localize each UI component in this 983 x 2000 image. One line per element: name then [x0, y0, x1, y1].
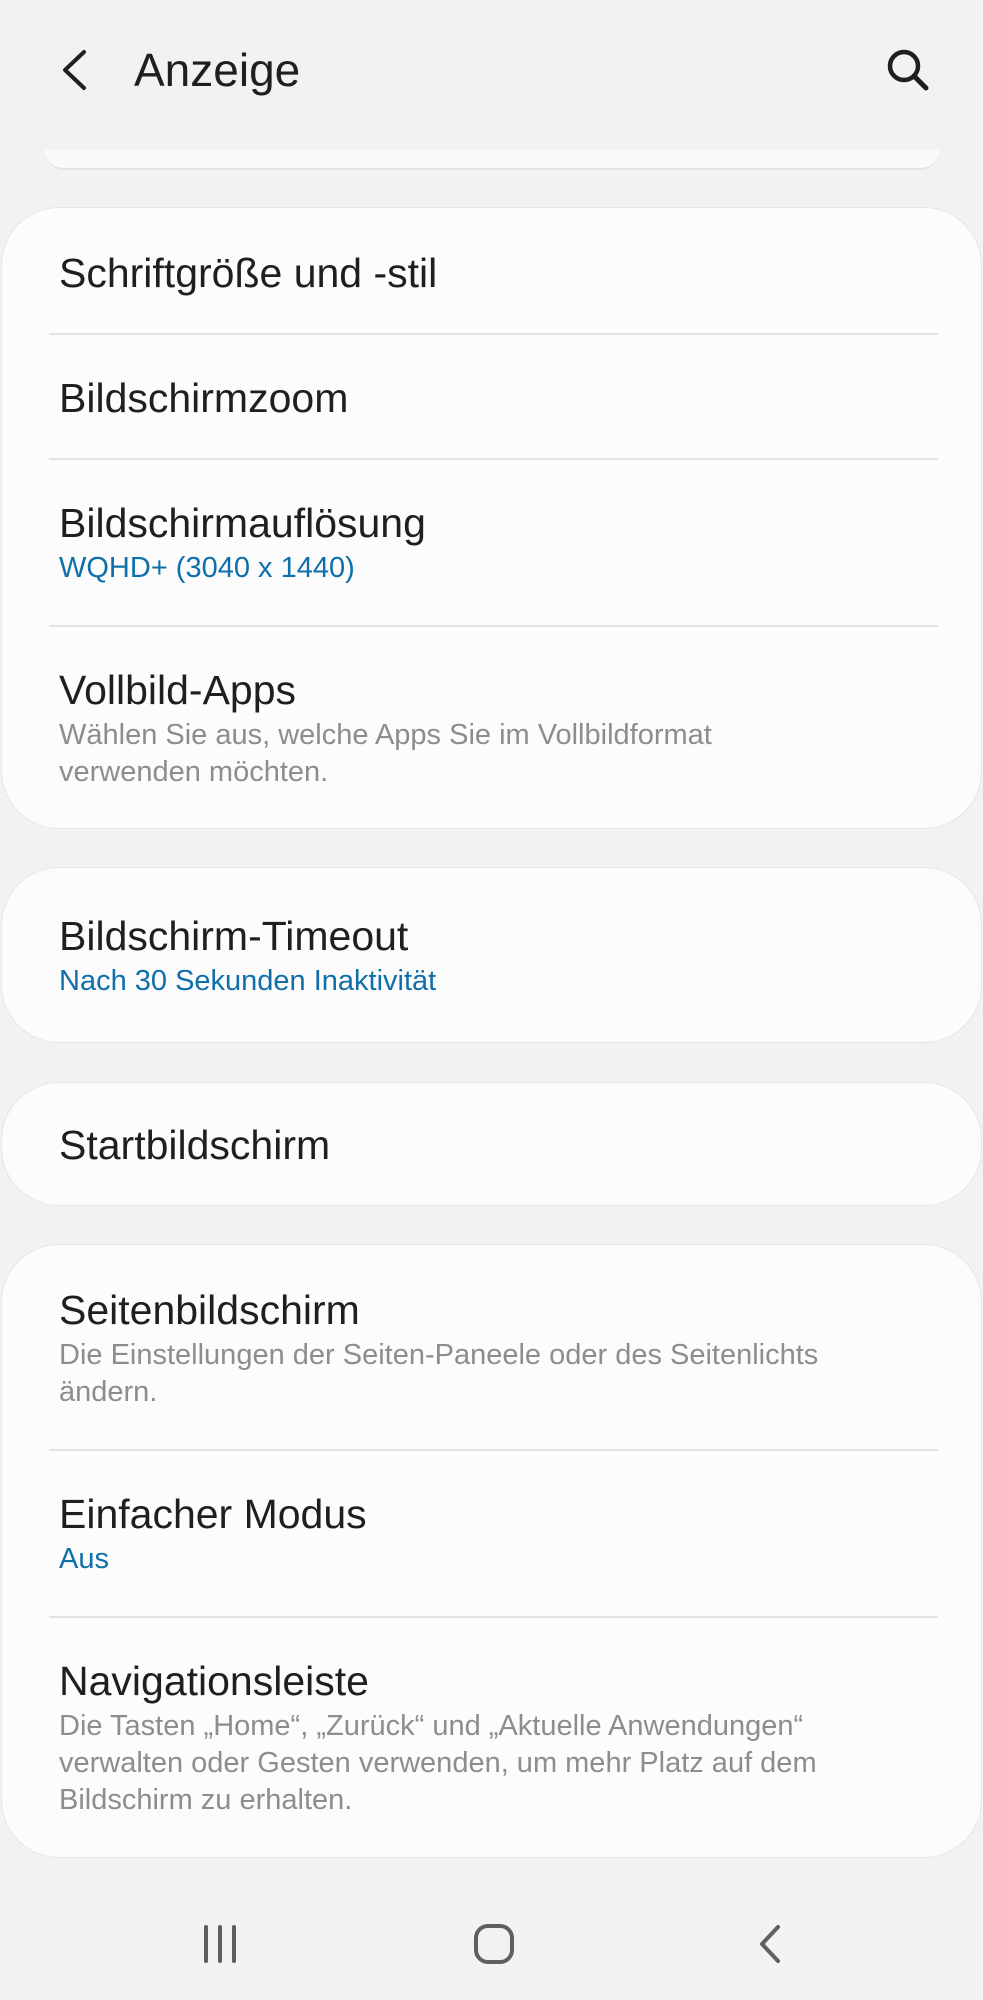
- setting-title: Bildschirmauflösung: [59, 500, 426, 546]
- setting-edge-screen[interactable]: Seitenbildschirm Die Einstellungen der S…: [2, 1285, 981, 1411]
- setting-navigation-bar[interactable]: Navigationsleiste Die Tasten „Home“, „Zu…: [2, 1656, 981, 1819]
- back-icon: [760, 1925, 780, 1963]
- back-arrow-icon: [63, 50, 86, 90]
- settings-card-home-screen: Startbildschirm: [1, 1082, 982, 1206]
- search-icon: [887, 49, 929, 91]
- setting-description: Die Tasten „Home“, „Zurück“ und „Aktuell…: [59, 1710, 817, 1816]
- home-button[interactable]: [434, 1888, 554, 2000]
- setting-screen-zoom[interactable]: Bildschirmzoom: [2, 373, 981, 423]
- setting-value: Aus: [59, 1543, 109, 1575]
- app-header: Anzeige: [0, 0, 983, 140]
- back-button[interactable]: [44, 36, 104, 104]
- setting-title: Vollbild-Apps: [59, 667, 297, 713]
- setting-title: Navigationsleiste: [59, 1658, 369, 1704]
- setting-title: Schriftgröße und -stil: [59, 250, 438, 296]
- setting-home-screen[interactable]: Startbildschirm: [2, 1120, 981, 1170]
- divider: [49, 458, 938, 460]
- recent-apps-button[interactable]: [160, 1888, 280, 2000]
- setting-title: Seitenbildschirm: [59, 1287, 360, 1333]
- setting-value: WQHD+ (3040 x 1440): [59, 552, 355, 584]
- setting-title: Startbildschirm: [59, 1122, 331, 1168]
- settings-card-edge-and-navigation: Seitenbildschirm Die Einstellungen der S…: [1, 1244, 982, 1858]
- home-icon: [474, 1924, 514, 1964]
- search-button[interactable]: [876, 36, 940, 104]
- system-back-button[interactable]: [710, 1888, 830, 2000]
- settings-card-display-size: Schriftgröße und -stil Bildschirmzoom Bi…: [1, 207, 982, 829]
- previous-card-edge: [44, 150, 940, 170]
- setting-title: Einfacher Modus: [59, 1491, 367, 1537]
- setting-description: Die Einstellungen der Seiten-Paneele ode…: [59, 1339, 819, 1408]
- setting-value: Nach 30 Sekunden Inaktivität: [59, 965, 437, 997]
- page-title: Anzeige: [134, 44, 301, 96]
- setting-screen-timeout[interactable]: Bildschirm-Timeout Nach 30 Sekunden Inak…: [2, 911, 981, 1000]
- setting-description: Wählen Sie aus, welche Apps Sie im Vollb…: [59, 719, 712, 788]
- setting-screen-resolution[interactable]: Bildschirmauflösung WQHD+ (3040 x 1440): [2, 498, 981, 587]
- setting-easy-mode[interactable]: Einfacher Modus Aus: [2, 1489, 981, 1578]
- setting-title: Bildschirm-Timeout: [59, 913, 409, 959]
- setting-fullscreen-apps[interactable]: Vollbild-Apps Wählen Sie aus, welche App…: [2, 665, 981, 791]
- system-navigation-bar: [0, 1888, 983, 2000]
- divider: [49, 1616, 938, 1618]
- setting-font-size-and-style[interactable]: Schriftgröße und -stil: [2, 248, 981, 298]
- settings-card-timeout: Bildschirm-Timeout Nach 30 Sekunden Inak…: [1, 867, 982, 1043]
- divider: [49, 333, 938, 335]
- divider: [49, 625, 938, 627]
- recent-apps-icon: [204, 1925, 236, 1963]
- divider: [49, 1449, 938, 1451]
- setting-title: Bildschirmzoom: [59, 375, 349, 421]
